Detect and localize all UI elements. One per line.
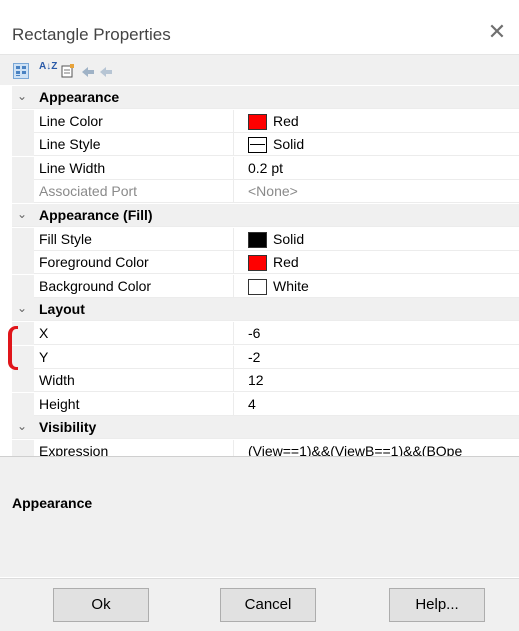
- property-grid-toolbar: A↓Z: [0, 55, 519, 85]
- column-divider: [233, 392, 234, 416]
- row-gutter: [12, 392, 34, 416]
- prop-value[interactable]: -2: [248, 349, 260, 365]
- button-bar: Ok Cancel Help...: [0, 578, 519, 631]
- prop-row-width[interactable]: Width 12: [12, 369, 519, 393]
- ok-button[interactable]: Ok: [53, 588, 149, 622]
- prop-name: Line Width: [39, 159, 106, 176]
- prop-value[interactable]: White: [273, 278, 309, 294]
- cancel-button[interactable]: Cancel: [220, 588, 316, 622]
- column-divider: [233, 369, 234, 393]
- line-style-swatch: [248, 137, 267, 154]
- row-gutter: [12, 369, 34, 393]
- row-gutter: [12, 274, 34, 298]
- fill-style-swatch: [248, 231, 267, 248]
- prop-name: Width: [39, 372, 75, 389]
- column-divider: [233, 156, 234, 180]
- description-panel: Appearance: [0, 456, 519, 577]
- color-swatch: [248, 113, 267, 130]
- prop-row-y[interactable]: Y -2: [12, 345, 519, 369]
- rectangle-properties-dialog: Rectangle Properties ✕ A↓Z ⌄ Appearance …: [0, 0, 519, 631]
- chevron-down-icon[interactable]: ⌄: [14, 207, 30, 221]
- category-appearance-fill[interactable]: ⌄ Appearance (Fill): [12, 204, 519, 227]
- prop-value[interactable]: 12: [248, 372, 264, 388]
- category-layout[interactable]: ⌄ Layout: [12, 298, 519, 322]
- prop-name: Associated Port: [39, 183, 138, 200]
- prop-name: Background Color: [39, 277, 152, 294]
- prop-row-associated-port: Associated Port <None>: [12, 180, 519, 204]
- category-label: Appearance (Fill): [39, 207, 153, 223]
- prop-value[interactable]: 0.2 pt: [248, 160, 283, 176]
- alphabetical-icon[interactable]: A↓Z: [39, 62, 57, 79]
- help-button[interactable]: Help...: [389, 588, 485, 622]
- color-swatch: [248, 278, 267, 295]
- description-title: Appearance: [12, 495, 93, 511]
- prop-value[interactable]: Red: [273, 254, 299, 270]
- row-gutter: [12, 180, 34, 204]
- events-alt-icon[interactable]: [98, 63, 114, 79]
- events-icon[interactable]: [80, 63, 96, 79]
- category-appearance[interactable]: ⌄ Appearance: [12, 86, 519, 109]
- property-pages-icon[interactable]: [60, 63, 76, 79]
- prop-value[interactable]: Solid: [273, 231, 304, 247]
- chevron-down-icon[interactable]: ⌄: [14, 89, 30, 103]
- prop-row-x[interactable]: X -6: [12, 322, 519, 345]
- prop-name: Height: [39, 395, 80, 412]
- row-gutter: [12, 227, 34, 251]
- prop-name: Line Style: [39, 136, 101, 153]
- prop-row-height[interactable]: Height 4: [12, 392, 519, 416]
- column-divider: [233, 109, 234, 133]
- prop-name: Y: [39, 348, 49, 365]
- prop-value[interactable]: -6: [248, 325, 260, 341]
- red-highlight-bracket: [8, 326, 18, 370]
- prop-name: Line Color: [39, 112, 103, 129]
- title-bar: Rectangle Properties ✕: [0, 0, 519, 55]
- prop-row-line-color[interactable]: Line Color Red: [12, 109, 519, 133]
- column-divider: [233, 345, 234, 369]
- property-grid: ⌄ Appearance Line Color Red Line Style S…: [12, 86, 519, 463]
- prop-row-foreground-color[interactable]: Foreground Color Red: [12, 251, 519, 275]
- prop-row-fill-style[interactable]: Fill Style Solid: [12, 227, 519, 251]
- prop-row-line-style[interactable]: Line Style Solid: [12, 133, 519, 157]
- row-gutter: [12, 156, 34, 180]
- category-label: Layout: [39, 301, 85, 318]
- color-swatch: [248, 255, 267, 272]
- column-divider: [233, 227, 234, 251]
- prop-row-line-width[interactable]: Line Width 0.2 pt: [12, 156, 519, 180]
- prop-name: Foreground Color: [39, 254, 149, 271]
- category-label: Visibility: [39, 419, 97, 436]
- column-divider: [233, 251, 234, 275]
- close-icon[interactable]: ✕: [482, 17, 512, 47]
- column-divider: [233, 274, 234, 298]
- prop-name: X: [39, 325, 49, 341]
- chevron-down-icon[interactable]: ⌄: [14, 301, 30, 315]
- category-visibility[interactable]: ⌄ Visibility: [12, 416, 519, 440]
- window-title: Rectangle Properties: [12, 25, 171, 44]
- column-divider: [233, 180, 234, 204]
- chevron-down-icon[interactable]: ⌄: [14, 419, 30, 433]
- row-gutter: [12, 251, 34, 275]
- prop-value[interactable]: Red: [273, 113, 299, 129]
- column-divider: [233, 133, 234, 157]
- prop-value[interactable]: 4: [248, 396, 256, 412]
- prop-value: <None>: [248, 183, 298, 200]
- row-gutter: [12, 109, 34, 133]
- category-label: Appearance: [39, 89, 120, 105]
- prop-value[interactable]: Solid: [273, 136, 304, 152]
- prop-name: Fill Style: [39, 230, 92, 247]
- column-divider: [233, 322, 234, 345]
- categorized-icon[interactable]: [13, 63, 29, 79]
- prop-row-background-color[interactable]: Background Color White: [12, 274, 519, 298]
- row-gutter: [12, 133, 34, 157]
